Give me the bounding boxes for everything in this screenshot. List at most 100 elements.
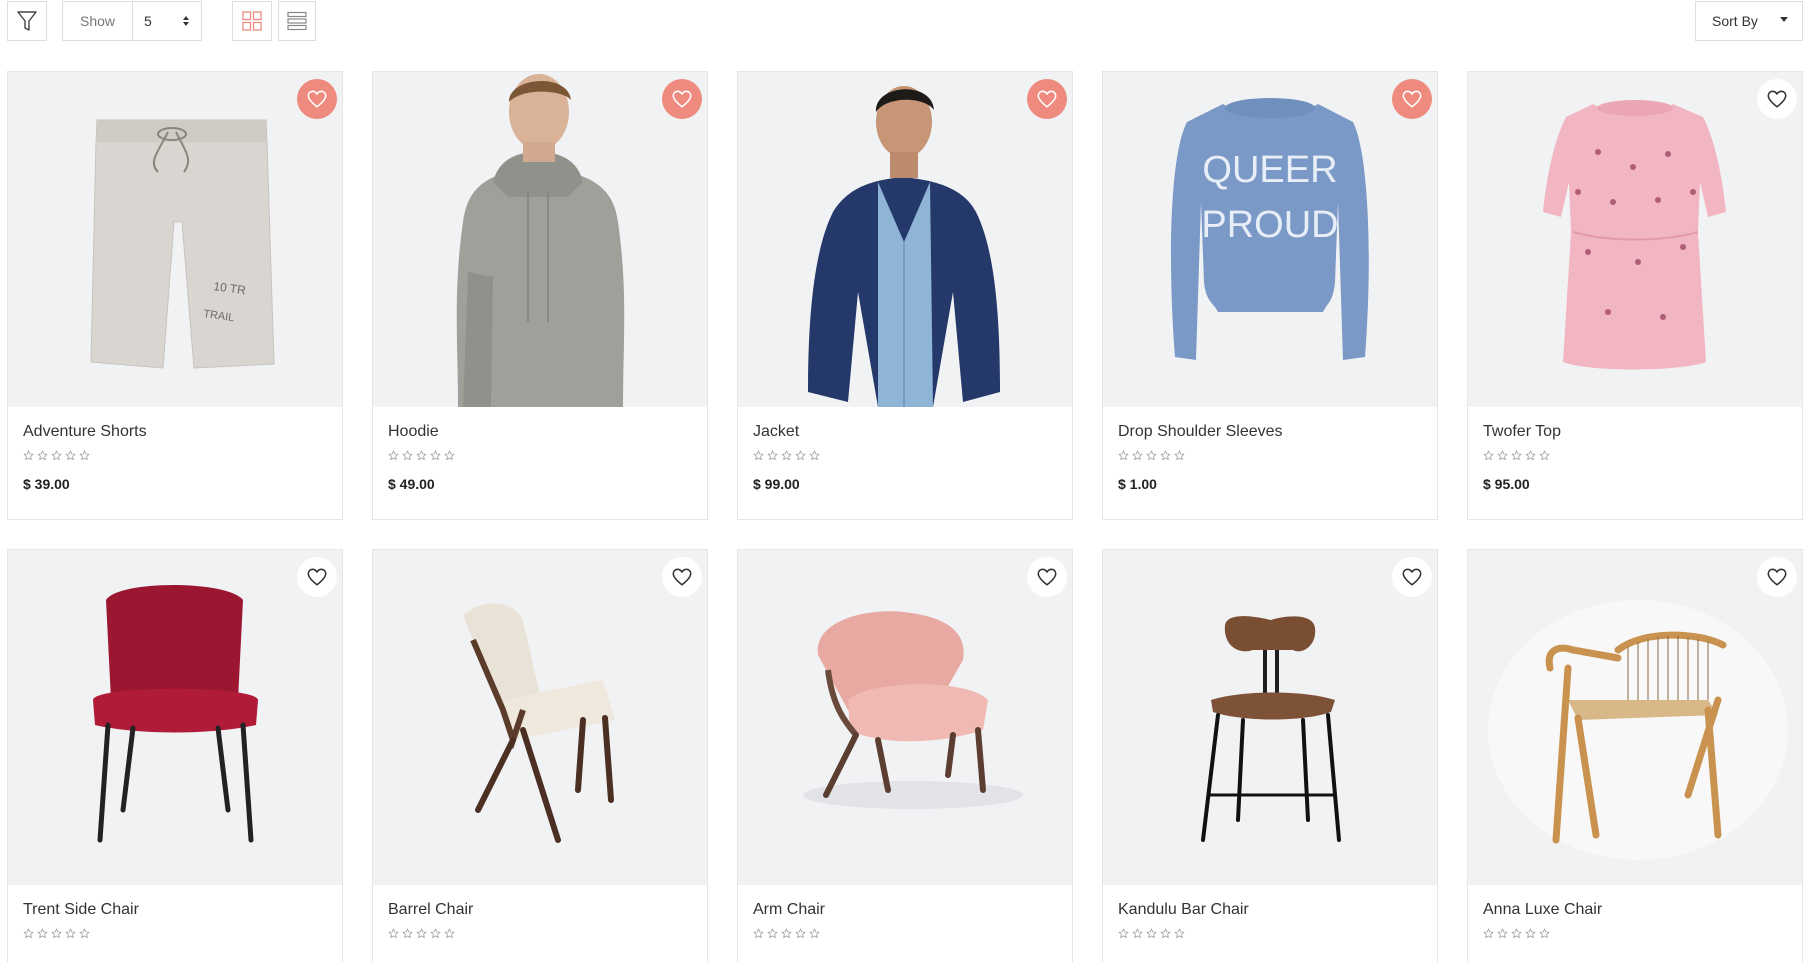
product-image[interactable]: QUEER PROUD — [1103, 72, 1437, 407]
product-image[interactable] — [8, 550, 342, 885]
star-icon — [1497, 928, 1508, 939]
star-icon — [51, 928, 62, 939]
star-icon — [388, 450, 399, 461]
product-name[interactable]: Jacket — [753, 421, 1057, 443]
product-name[interactable]: Kandulu Bar Chair — [1118, 899, 1422, 921]
star-icon — [753, 450, 764, 461]
trent-chair-image — [93, 585, 258, 843]
product-card[interactable]: QUEER PROUD Drop Shoulder Sleeves $ 1.00 — [1102, 71, 1438, 520]
star-icon — [809, 450, 820, 461]
product-image[interactable] — [738, 550, 1072, 885]
product-card[interactable]: Trent Side Chair — [7, 549, 343, 962]
product-name[interactable]: Barrel Chair — [388, 899, 692, 921]
wishlist-button[interactable] — [1392, 557, 1432, 597]
print-line-1: QUEER — [1202, 149, 1337, 191]
product-card[interactable]: Barrel Chair — [372, 549, 708, 962]
grid-view-icon — [242, 11, 262, 31]
product-image[interactable] — [738, 72, 1072, 407]
wishlist-button[interactable] — [1027, 557, 1067, 597]
product-card[interactable]: Arm Chair — [737, 549, 1073, 962]
product-image[interactable] — [373, 550, 707, 885]
per-page-select[interactable]: 5 — [133, 2, 201, 40]
star-icon — [795, 450, 806, 461]
shop-toolbar: Show 5 Sort By — [0, 0, 1811, 48]
product-card[interactable]: Jacket $ 99.00 — [737, 71, 1073, 520]
star-icon — [1539, 928, 1550, 939]
star-icon — [1497, 450, 1508, 461]
list-view-button[interactable] — [278, 1, 316, 41]
jacket-image — [808, 86, 1000, 407]
per-page-value: 5 — [144, 13, 152, 29]
grid-view-button[interactable] — [232, 1, 272, 41]
star-icon — [416, 928, 427, 939]
wishlist-button[interactable] — [1027, 79, 1067, 119]
star-icon — [402, 928, 413, 939]
product-name[interactable]: Anna Luxe Chair — [1483, 899, 1787, 921]
product-image[interactable] — [1468, 72, 1802, 407]
heart-icon — [671, 88, 693, 110]
product-name[interactable]: Trent Side Chair — [23, 899, 327, 921]
star-icon — [1118, 928, 1129, 939]
heart-icon — [1401, 566, 1423, 588]
star-icon — [781, 450, 792, 461]
rating-stars — [23, 450, 327, 464]
product-card[interactable]: 10 TR TRAIL Adventure Shorts $ 39.00 — [7, 71, 343, 520]
star-icon — [1160, 928, 1171, 939]
star-icon — [1525, 450, 1536, 461]
sort-by-label: Sort By — [1712, 13, 1758, 29]
sort-by-dropdown[interactable]: Sort By — [1695, 1, 1803, 41]
wishlist-button[interactable] — [297, 79, 337, 119]
print-line-2: PROUD — [1201, 204, 1338, 246]
heart-icon — [1036, 566, 1058, 588]
filter-button[interactable] — [7, 1, 47, 41]
star-icon — [430, 928, 441, 939]
star-icon — [1118, 450, 1129, 461]
product-name[interactable]: Arm Chair — [753, 899, 1057, 921]
star-icon — [444, 450, 455, 461]
show-per-page: Show 5 — [62, 1, 202, 41]
product-name[interactable]: Twofer Top — [1483, 421, 1787, 443]
star-icon — [23, 928, 34, 939]
star-icon — [1511, 450, 1522, 461]
rating-stars — [23, 928, 327, 942]
wishlist-button[interactable] — [297, 557, 337, 597]
star-icon — [753, 928, 764, 939]
product-image[interactable] — [1468, 550, 1802, 885]
product-image[interactable] — [373, 72, 707, 407]
product-card[interactable]: Twofer Top $ 95.00 — [1467, 71, 1803, 520]
wishlist-button[interactable] — [1757, 557, 1797, 597]
product-image[interactable]: 10 TR TRAIL — [8, 72, 342, 407]
heart-icon — [1766, 566, 1788, 588]
product-name[interactable]: Hoodie — [388, 421, 692, 443]
star-icon — [1132, 450, 1143, 461]
star-icon — [444, 928, 455, 939]
star-icon — [1174, 450, 1185, 461]
rating-stars — [753, 928, 1057, 942]
product-card[interactable]: Kandulu Bar Chair — [1102, 549, 1438, 962]
sweater-image: QUEER PROUD — [1171, 98, 1369, 360]
wishlist-button[interactable] — [1392, 79, 1432, 119]
wishlist-button[interactable] — [662, 79, 702, 119]
rating-stars — [1483, 928, 1787, 942]
heart-icon — [1766, 88, 1788, 110]
wishlist-button[interactable] — [1757, 79, 1797, 119]
product-card[interactable]: Anna Luxe Chair — [1467, 549, 1803, 962]
star-icon — [37, 450, 48, 461]
star-icon — [402, 450, 413, 461]
product-name[interactable]: Drop Shoulder Sleeves — [1118, 421, 1422, 443]
star-icon — [37, 928, 48, 939]
product-name[interactable]: Adventure Shorts — [23, 421, 327, 443]
star-icon — [1483, 928, 1494, 939]
star-icon — [809, 928, 820, 939]
star-icon — [767, 928, 778, 939]
star-icon — [795, 928, 806, 939]
caret-down-icon — [1780, 17, 1788, 22]
star-icon — [388, 928, 399, 939]
star-icon — [79, 928, 90, 939]
star-icon — [1174, 928, 1185, 939]
star-icon — [1146, 928, 1157, 939]
product-card[interactable]: Hoodie $ 49.00 — [372, 71, 708, 520]
product-image[interactable] — [1103, 550, 1437, 885]
wishlist-button[interactable] — [662, 557, 702, 597]
rating-stars — [1483, 450, 1787, 464]
